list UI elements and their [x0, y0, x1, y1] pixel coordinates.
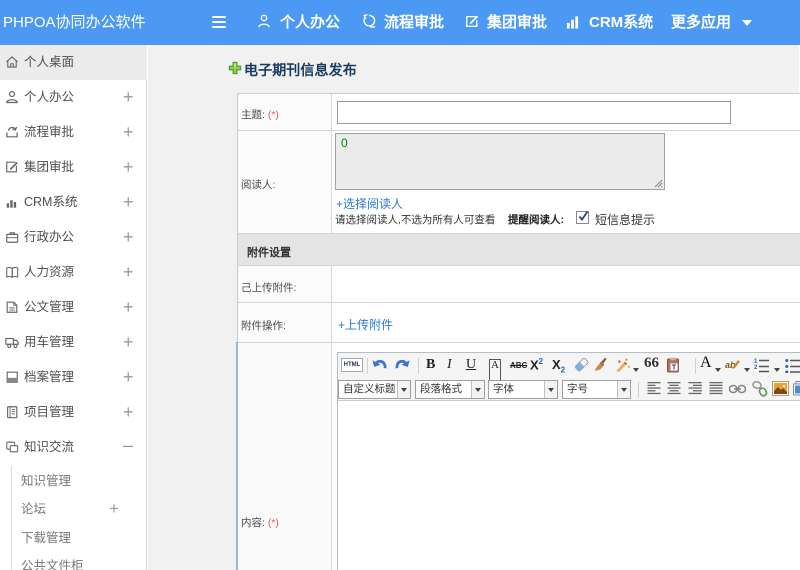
svg-text:ab: ab: [725, 360, 736, 370]
svg-text:2: 2: [754, 365, 758, 371]
svg-text:T: T: [672, 365, 677, 372]
